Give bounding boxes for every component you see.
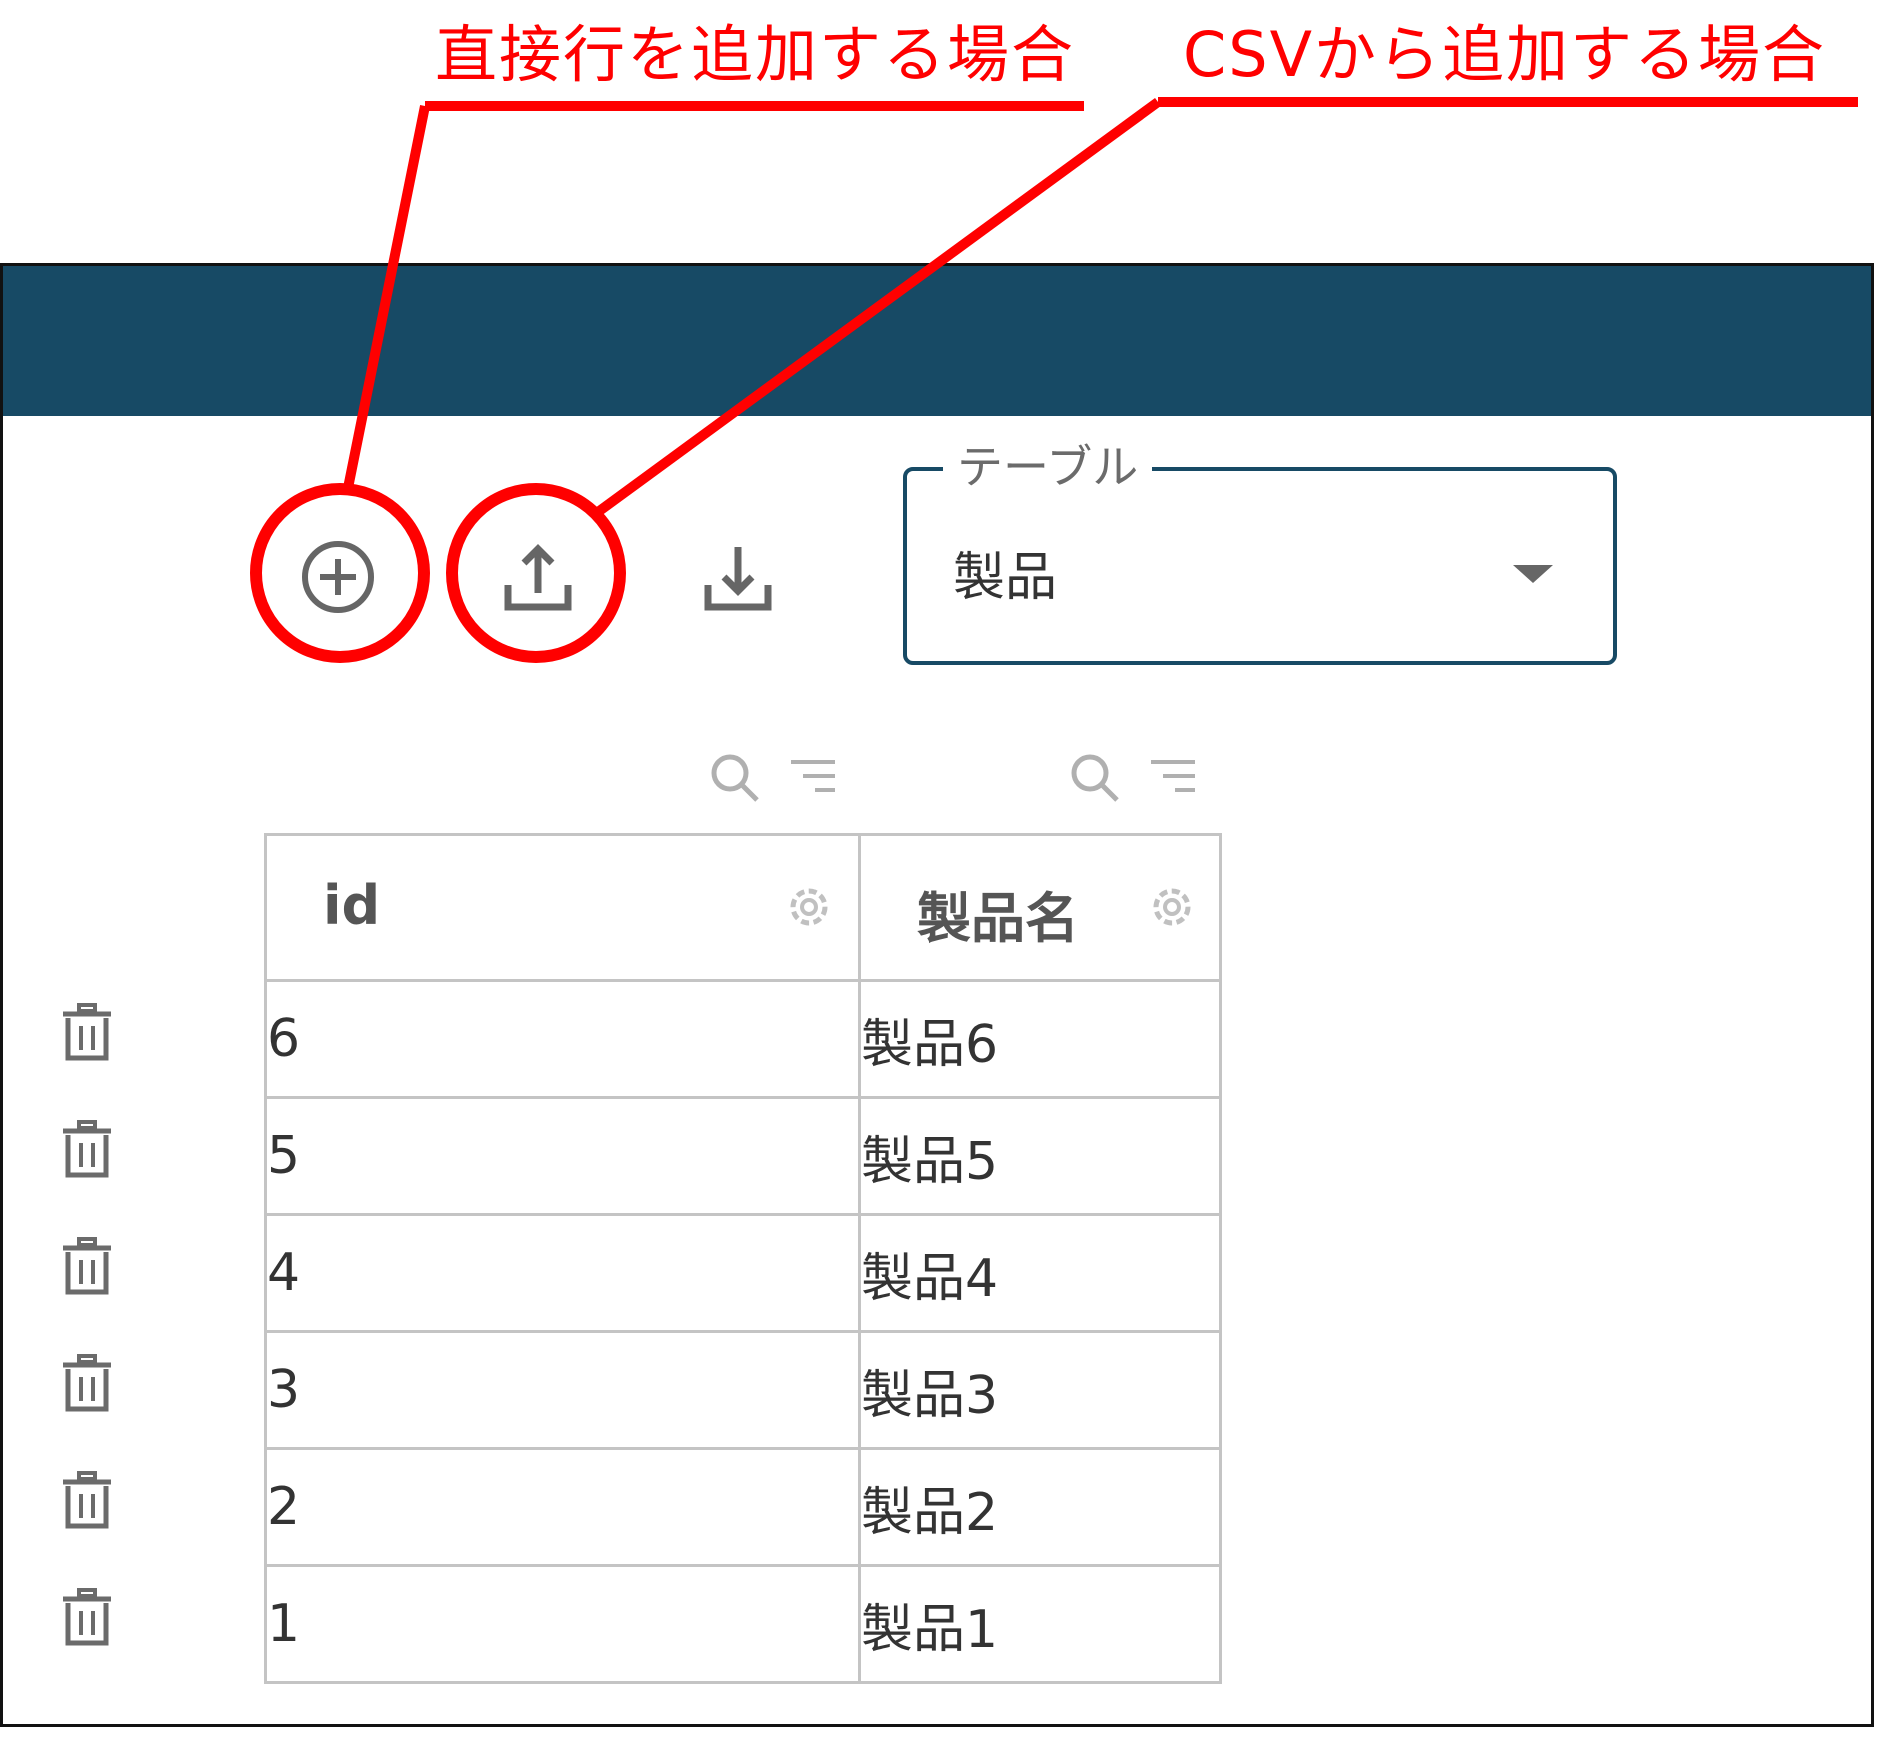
cell-product-name[interactable]: 製品2 (858, 1447, 1222, 1567)
table-row[interactable]: 2 製品2 (264, 1447, 1222, 1567)
table-header-row: id 製品名 (264, 833, 1222, 982)
column-header-product-name[interactable]: 製品名 (858, 833, 1222, 982)
cell-product-name[interactable]: 製品5 (858, 1096, 1222, 1216)
trash-icon[interactable] (59, 1353, 115, 1413)
search-icon[interactable] (709, 752, 761, 804)
cell-id[interactable]: 5 (264, 1096, 861, 1216)
table-row[interactable]: 4 製品4 (264, 1213, 1222, 1333)
trash-icon[interactable] (59, 1470, 115, 1530)
upload-csv-button[interactable] (483, 522, 593, 632)
cell-product-name[interactable]: 製品4 (858, 1213, 1222, 1333)
filter-icon[interactable] (789, 756, 837, 800)
table-row[interactable]: 1 製品1 (264, 1564, 1222, 1684)
column-header-id[interactable]: id (264, 833, 861, 982)
cell-product-name[interactable]: 製品3 (858, 1330, 1222, 1450)
table-select[interactable]: テーブル 製品 (903, 435, 1617, 665)
cell-product-name[interactable]: 製品1 (858, 1564, 1222, 1684)
download-csv-button[interactable] (683, 522, 793, 632)
add-row-button[interactable] (283, 522, 393, 632)
app-window: テーブル 製品 id 製品名 6 製品6 5 製品5 4 製品4 3 製品3 2… (0, 263, 1874, 1727)
cell-id[interactable]: 4 (264, 1213, 861, 1333)
search-icon[interactable] (1069, 752, 1121, 804)
dropdown-arrow-icon[interactable] (1513, 565, 1553, 583)
add-row-callout-text: 直接行を追加する場合 (435, 18, 1076, 91)
cell-id[interactable]: 3 (264, 1330, 861, 1450)
table-select-value: 製品 (953, 548, 1058, 608)
data-table: id 製品名 6 製品6 5 製品5 4 製品4 3 製品3 2 製品2 1 製… (264, 833, 1222, 1684)
upload-icon (504, 544, 572, 611)
table-select-label: テーブル (943, 435, 1153, 499)
trash-icon[interactable] (59, 1002, 115, 1062)
cell-id[interactable]: 6 (264, 979, 861, 1099)
table-row[interactable]: 5 製品5 (264, 1096, 1222, 1216)
table-row[interactable]: 3 製品3 (264, 1330, 1222, 1450)
add-circle-icon (302, 541, 374, 613)
add-csv-callout-text: CSVから追加する場合 (1183, 18, 1827, 91)
filter-icon[interactable] (1149, 756, 1197, 800)
trash-icon[interactable] (59, 1587, 115, 1647)
app-header (3, 266, 1871, 416)
column-header-label: 製品名 (917, 887, 1079, 950)
table-row[interactable]: 6 製品6 (264, 979, 1222, 1099)
cell-id[interactable]: 2 (264, 1447, 861, 1567)
download-icon (704, 547, 772, 611)
trash-icon[interactable] (59, 1236, 115, 1296)
gear-icon[interactable] (1145, 880, 1199, 934)
trash-icon[interactable] (59, 1119, 115, 1179)
column-header-label: id (323, 874, 381, 937)
cell-product-name[interactable]: 製品6 (858, 979, 1222, 1099)
gear-icon[interactable] (782, 880, 836, 934)
cell-id[interactable]: 1 (264, 1564, 861, 1684)
